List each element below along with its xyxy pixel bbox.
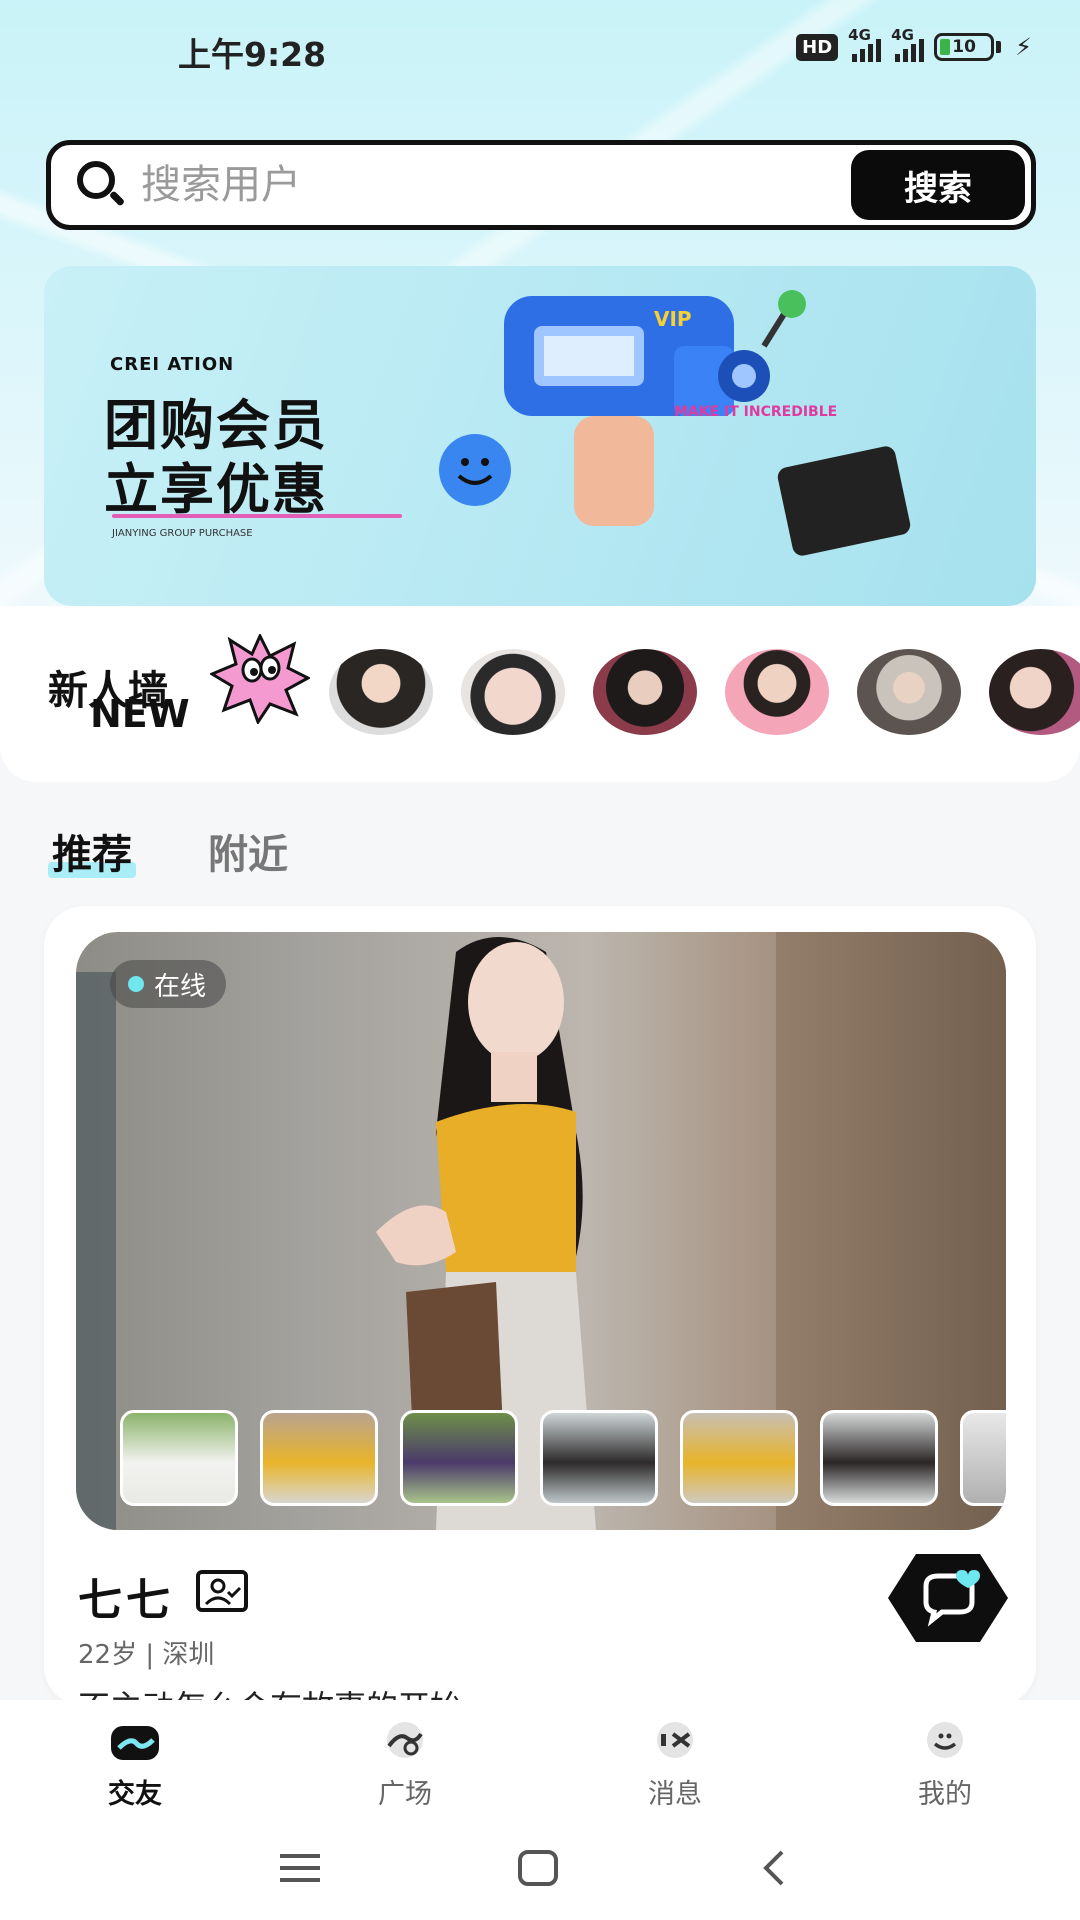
svg-text:MAKE IT INCREDIBLE: MAKE IT INCREDIBLE — [674, 404, 837, 420]
banner-underline — [112, 514, 402, 518]
tab-recommend[interactable]: 推荐 — [48, 822, 136, 880]
photo-thumbnail[interactable] — [960, 1410, 1006, 1506]
bottom-nav: 交友 广场 消息 我的 — [0, 1700, 1080, 1818]
plaza-icon — [377, 1716, 433, 1766]
profile-age-city: 22岁 | 深圳 — [78, 1640, 215, 1670]
photo-thumbnail[interactable] — [260, 1410, 378, 1506]
chat-heart-icon — [888, 1554, 1008, 1642]
online-status-badge: 在线 — [110, 960, 227, 1008]
sticker-burst-icon — [210, 634, 310, 724]
status-time: 上午9:28 — [178, 35, 327, 74]
profile-photo[interactable]: 在线 — [76, 932, 1006, 1530]
new-wall-label[interactable]: 新人墙 NEW — [40, 630, 310, 750]
photo-thumbnail[interactable] — [680, 1410, 798, 1506]
new-user-avatar[interactable] — [326, 646, 436, 738]
svg-text:VIP: VIP — [654, 307, 692, 331]
friends-icon — [107, 1716, 163, 1766]
hd-badge: HD — [796, 33, 839, 61]
profile-name: 七七 — [78, 1575, 174, 1626]
new-user-avatar[interactable] — [590, 646, 700, 738]
photo-thumbnail[interactable] — [820, 1410, 938, 1506]
search-input[interactable] — [141, 162, 851, 208]
profile-icon — [917, 1716, 973, 1766]
photo-thumbnail[interactable] — [540, 1410, 658, 1506]
photo-thumbnail-strip — [120, 1410, 1006, 1506]
new-user-avatar[interactable] — [854, 646, 964, 738]
menu-icon[interactable] — [270, 1846, 330, 1890]
nav-friends[interactable]: 交友 — [0, 1700, 270, 1818]
banner-subtitle: JIANYING GROUP PURCHASE — [112, 528, 253, 539]
search-button[interactable]: 搜索 — [851, 150, 1025, 220]
vip-gun-illustration: MAKE IT INCREDIBLE VIP — [504, 290, 911, 556]
banner-title: 团购会员 立享优惠 — [104, 394, 328, 521]
new-user-avatar[interactable] — [458, 646, 568, 738]
banner-tag: CREI ATION — [110, 354, 235, 375]
battery-icon: 10 — [934, 33, 1002, 61]
signal-icon: 4G — [891, 26, 925, 62]
smiley-icon — [439, 434, 511, 506]
search-icon — [71, 155, 131, 215]
online-dot — [128, 976, 144, 992]
status-icons: HD 4G 4G 10 ⚡ — [796, 26, 1032, 62]
tab-nearby[interactable]: 附近 — [208, 822, 288, 880]
system-nav-bar — [0, 1818, 1080, 1920]
photo-thumbnail[interactable] — [120, 1410, 238, 1506]
home-icon[interactable] — [508, 1846, 568, 1890]
back-icon[interactable] — [744, 1846, 804, 1890]
nav-plaza[interactable]: 广场 — [270, 1700, 540, 1818]
nav-profile[interactable]: 我的 — [810, 1700, 1080, 1818]
search-bar: 搜索 — [46, 140, 1036, 230]
status-bar: 上午9:28 HD 4G 4G 10 ⚡ — [0, 0, 1080, 100]
new-user-avatar[interactable] — [722, 646, 832, 738]
signal-icon: 4G — [848, 26, 882, 62]
nav-messages[interactable]: 消息 — [540, 1700, 810, 1818]
chat-button[interactable] — [886, 1550, 1010, 1646]
verified-icon — [196, 1570, 248, 1612]
message-icon — [647, 1716, 703, 1766]
promo-banner[interactable]: CREI ATION 团购会员 立享优惠 JIANYING GROUP PURC… — [44, 266, 1036, 606]
charging-icon: ⚡ — [1015, 33, 1032, 61]
photo-thumbnail[interactable] — [400, 1410, 518, 1506]
